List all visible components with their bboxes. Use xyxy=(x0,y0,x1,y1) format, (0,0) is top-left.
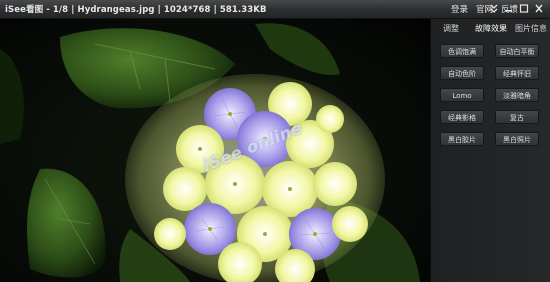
minimize-icon[interactable] xyxy=(504,3,514,14)
effect-bw-photo-button[interactable]: 黑白照片 xyxy=(495,132,539,146)
file-name: Hydrangeas.jpg xyxy=(77,5,155,15)
login-link[interactable]: 登录 xyxy=(451,3,468,15)
tab-image-info[interactable]: 图片信息 xyxy=(511,19,550,39)
effect-auto-levels-button[interactable]: 自动色阶 xyxy=(440,66,484,80)
maximize-icon[interactable] xyxy=(519,3,529,14)
panel-tabs: 调整 故障效果 图片信息 xyxy=(431,19,550,39)
chevron-double-down-icon[interactable] xyxy=(489,3,499,14)
effect-bw-film-button[interactable]: 黑白胶片 xyxy=(440,132,484,146)
image-canvas[interactable]: iSee online xyxy=(0,19,430,282)
app-name: iSee看图 xyxy=(5,5,44,15)
tab-effects[interactable]: 故障效果 xyxy=(471,19,511,39)
effect-retro-button[interactable]: 复古 xyxy=(495,110,539,124)
effect-soft-vignette-button[interactable]: 淡雅暗角 xyxy=(495,88,539,102)
image-dimensions: 1024*768 xyxy=(163,5,211,15)
effect-classic-nostalgia-button[interactable]: 经典怀旧 xyxy=(495,66,539,80)
image-position: 1/8 xyxy=(52,5,69,15)
title-bar: iSee看图 - 1/8 | Hydrangeas.jpg | 1024*768… xyxy=(0,0,550,19)
effects-panel: 调整 故障效果 图片信息 色调饱满 自动白平衡 自动色阶 经典怀旧 Lomo 淡… xyxy=(430,19,550,282)
window-title: iSee看图 - 1/8 | Hydrangeas.jpg | 1024*768… xyxy=(5,5,267,15)
effect-rich-color-button[interactable]: 色调饱满 xyxy=(440,44,484,58)
effect-lomo-button[interactable]: Lomo xyxy=(440,88,484,102)
effect-auto-white-balance-button[interactable]: 自动白平衡 xyxy=(495,44,539,58)
tab-adjust[interactable]: 调整 xyxy=(431,19,471,39)
effect-classic-frame-button[interactable]: 经典影格 xyxy=(440,110,484,124)
file-size: 581.33KB xyxy=(219,5,267,15)
window-controls xyxy=(489,3,544,14)
close-icon[interactable] xyxy=(534,3,544,14)
